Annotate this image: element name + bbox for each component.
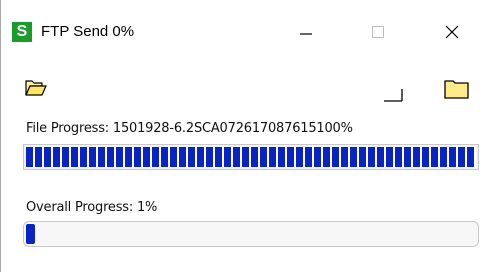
overall-progress-label: Overall Progress: 1% [26, 200, 158, 215]
maximize-button[interactable] [355, 16, 401, 46]
close-button[interactable] [429, 16, 475, 46]
file-progress-fill [26, 147, 476, 167]
maximize-icon [372, 26, 384, 38]
app-icon: S [12, 22, 32, 42]
title-bar[interactable]: S FTP Send 0% [1, 0, 483, 42]
corner-bracket-icon [384, 89, 403, 102]
toolbar [1, 72, 483, 112]
file-progress-bar [23, 144, 479, 170]
open-folder-icon [25, 80, 47, 96]
folder-button[interactable] [444, 78, 470, 100]
window-title: FTP Send 0% [41, 23, 135, 40]
ftp-send-window: S FTP Send 0% File Progress: 1501928-6.2… [0, 0, 483, 272]
corner-bracket-button[interactable] [382, 82, 404, 104]
minimize-icon [300, 33, 312, 35]
close-icon [445, 25, 459, 39]
folder-icon [444, 80, 469, 99]
open-folder-button[interactable] [25, 78, 47, 96]
overall-progress-bar [23, 221, 479, 247]
minimize-button[interactable] [283, 16, 329, 46]
overall-progress-fill [26, 224, 35, 244]
file-progress-label: File Progress: 1501928-6.2SCA07261708761… [26, 121, 353, 136]
